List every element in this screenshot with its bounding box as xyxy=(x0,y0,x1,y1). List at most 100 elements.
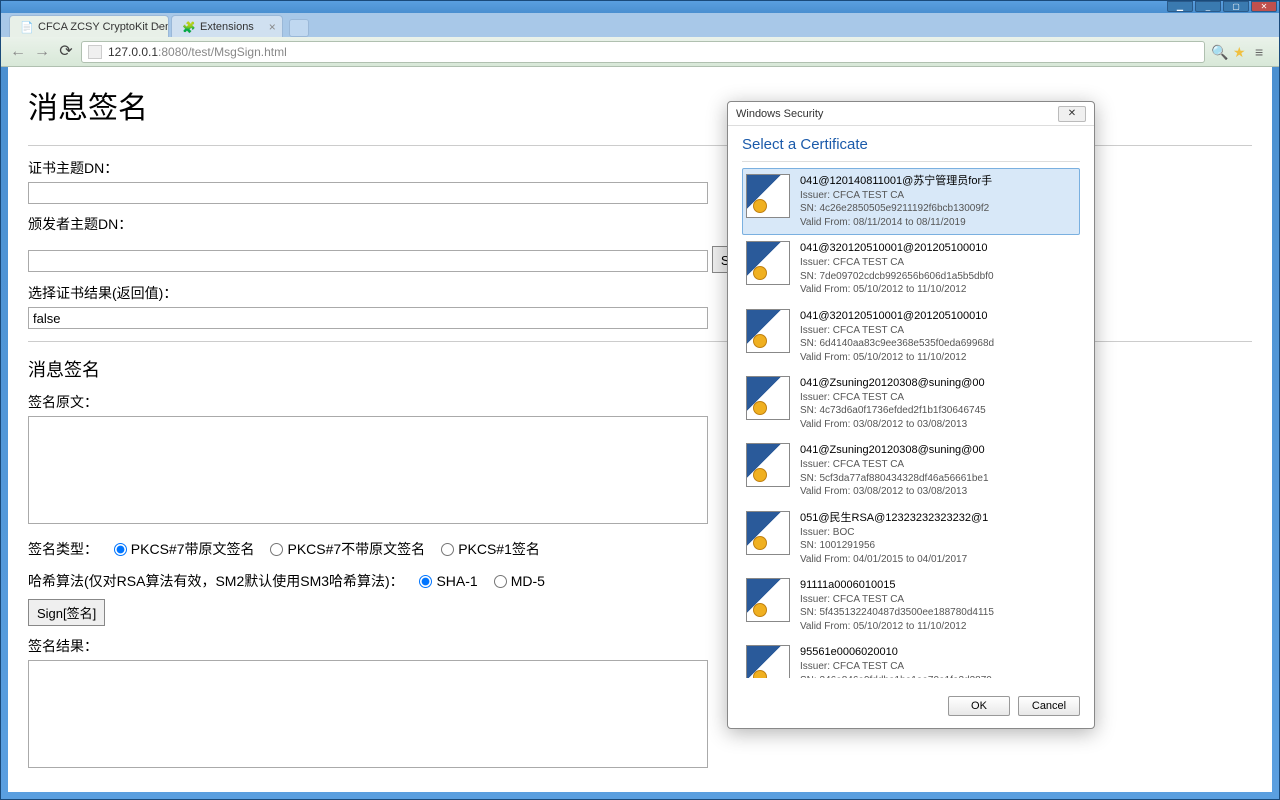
sig-type-option[interactable]: PKCS#7带原文签名 xyxy=(114,539,255,559)
cert-title: 041@320120510001@201205100010 xyxy=(800,309,1076,324)
certificate-text: 91111a0006010015Issuer: CFCA TEST CASN: … xyxy=(800,578,1076,633)
puzzle-icon: 🧩 xyxy=(182,21,194,33)
site-icon xyxy=(88,45,102,59)
sign-result-textarea[interactable] xyxy=(28,660,708,768)
certificate-icon xyxy=(746,511,790,555)
cert-sn: SN: 6d4140aa83c9ee368e535f0eda69968d xyxy=(800,337,1076,351)
certificate-text: 041@Zsuning20120308@suning@00Issuer: CFC… xyxy=(800,443,1076,498)
radio-sha1[interactable] xyxy=(419,575,432,588)
certificate-item[interactable]: 95561e0006020010Issuer: CFCA TEST CASN: … xyxy=(742,639,1080,678)
radio-md5[interactable] xyxy=(494,575,507,588)
certificate-item[interactable]: 051@民生RSA@12323232323232@1Issuer: BOCSN:… xyxy=(742,505,1080,572)
radio-pkcs7-attached[interactable] xyxy=(114,543,127,556)
certificate-text: 051@民生RSA@12323232323232@1Issuer: BOCSN:… xyxy=(800,511,1076,566)
cert-title: 041@Zsuning20120308@suning@00 xyxy=(800,443,1076,458)
dialog-title: Windows Security xyxy=(736,108,823,120)
address-bar[interactable]: 127.0.0.1:8080/test/MsgSign.html xyxy=(81,41,1205,63)
select-result-input[interactable] xyxy=(28,307,708,329)
new-tab-button[interactable] xyxy=(289,19,309,37)
tab-close-icon[interactable]: × xyxy=(155,20,162,34)
url-host: 127.0.0.1 xyxy=(108,45,158,59)
cert-title: 041@Zsuning20120308@suning@00 xyxy=(800,376,1076,391)
cert-valid: Valid From: 03/08/2012 to 03/08/2013 xyxy=(800,418,1076,432)
search-icon[interactable]: 🔍 xyxy=(1211,44,1227,60)
url-path: /test/MsgSign.html xyxy=(188,45,287,59)
cert-sn: SN: 346a846a9fddba1ba1aa70e1fe3d3870 xyxy=(800,674,1076,678)
cert-valid: Valid From: 03/08/2012 to 03/08/2013 xyxy=(800,485,1076,499)
back-button[interactable]: ← xyxy=(9,43,27,61)
tab-label: CFCA ZCSY CryptoKit Den xyxy=(38,21,169,33)
certificate-icon xyxy=(746,376,790,420)
browser-window: ▁ _ ▢ ✕ 📄 CFCA ZCSY CryptoKit Den × 🧩 Ex… xyxy=(0,0,1280,800)
certificate-text: 041@120140811001@苏宁管理员for手Issuer: CFCA T… xyxy=(800,174,1076,229)
certificate-item[interactable]: 041@120140811001@苏宁管理员for手Issuer: CFCA T… xyxy=(742,168,1080,235)
certificate-list[interactable]: 041@120140811001@苏宁管理员for手 Issuer: CFCA T… xyxy=(742,168,1080,678)
cert-issuer: Issuer: CFCA TEST CA xyxy=(800,256,1076,270)
cert-issuer: Issuer: CFCA TEST CA xyxy=(800,660,1076,674)
hash-option[interactable]: MD-5 xyxy=(494,573,545,589)
cert-sn: SN: 4c26e2850505e9211192f6bcb13009f2 xyxy=(800,202,1076,216)
sig-type-option[interactable]: PKCS#1签名 xyxy=(441,539,540,559)
page-icon: 📄 xyxy=(20,21,32,33)
tab-extensions[interactable]: 🧩 Extensions × xyxy=(171,15,283,37)
divider xyxy=(742,161,1080,162)
bookmark-star-icon[interactable]: ★ xyxy=(1233,44,1249,60)
radio-pkcs7-detached[interactable] xyxy=(270,543,283,556)
cert-valid: Valid From: 04/01/2015 to 04/01/2017 xyxy=(800,553,1076,567)
certificate-icon xyxy=(746,443,790,487)
cert-sn: SN: 7de09702cdcb992656b606d1a5b5dbf0 xyxy=(800,270,1076,284)
cert-issuer: Issuer: CFCA TEST CA xyxy=(800,458,1076,472)
cert-sn: SN: 1001291956 xyxy=(800,539,1076,553)
cert-title: 95561e0006020010 xyxy=(800,645,1076,660)
ok-button[interactable]: OK xyxy=(948,696,1010,716)
certificate-text: 95561e0006020010Issuer: CFCA TEST CASN: … xyxy=(800,645,1076,678)
reload-button[interactable]: ⟳ xyxy=(57,43,75,61)
cert-issuer: Issuer: CFCA TEST CA xyxy=(800,593,1076,607)
cancel-button[interactable]: Cancel xyxy=(1018,696,1080,716)
cert-valid: Valid From: 05/10/2012 to 11/10/2012 xyxy=(800,283,1076,297)
sign-button[interactable]: Sign[签名] xyxy=(28,599,105,626)
close-window-button[interactable]: ✕ xyxy=(1251,1,1277,12)
sig-type-option[interactable]: PKCS#7不带原文签名 xyxy=(270,539,425,559)
certificate-icon xyxy=(746,309,790,353)
radio-pkcs1[interactable] xyxy=(441,543,454,556)
browser-toolbar: ← → ⟳ 127.0.0.1:8080/test/MsgSign.html 🔍… xyxy=(1,37,1279,67)
cert-issuer: Issuer: CFCA TEST CA xyxy=(800,324,1076,338)
certificate-item[interactable]: 041@Zsuning20120308@suning@00Issuer: CFC… xyxy=(742,437,1080,504)
maximize-button[interactable]: ▢ xyxy=(1223,1,1249,12)
certificate-icon xyxy=(746,578,790,622)
certificate-text: 041@Zsuning20120308@suning@00Issuer: CFC… xyxy=(800,376,1076,431)
certificate-icon xyxy=(746,645,790,678)
forward-button[interactable]: → xyxy=(33,43,51,61)
dialog-titlebar[interactable]: Windows Security ✕ xyxy=(728,102,1094,126)
cert-title: 051@民生RSA@12323232323232@1 xyxy=(800,511,1076,526)
issuer-dn-input[interactable] xyxy=(28,250,708,272)
hash-option[interactable]: SHA-1 xyxy=(419,573,477,589)
url-port: :8080 xyxy=(158,45,188,59)
cert-title: 041@320120510001@201205100010 xyxy=(800,241,1076,256)
cert-issuer: Issuer: BOC xyxy=(800,526,1076,540)
subject-dn-input[interactable] xyxy=(28,182,708,204)
cert-issuer: Issuer: CFCA TEST CA xyxy=(800,391,1076,405)
certificate-item[interactable]: 91111a0006010015Issuer: CFCA TEST CASN: … xyxy=(742,572,1080,639)
certificate-dialog: Windows Security ✕ Select a Certificate … xyxy=(727,101,1095,729)
cert-sn: SN: 4c73d6a0f1736efded2f1b1f30646745 xyxy=(800,404,1076,418)
tab-strip: 📄 CFCA ZCSY CryptoKit Den × 🧩 Extensions… xyxy=(1,13,1279,37)
certificate-icon xyxy=(746,174,790,218)
minimize-button[interactable]: ▁ xyxy=(1167,1,1193,12)
cert-valid: Valid From: 05/10/2012 to 11/10/2012 xyxy=(800,620,1076,634)
hamburger-menu-icon[interactable]: ≡ xyxy=(1255,44,1271,60)
cert-title: 91111a0006010015 xyxy=(800,578,1076,593)
certificate-item[interactable]: 041@320120510001@201205100010Issuer: CFC… xyxy=(742,303,1080,370)
certificate-text: 041@320120510001@201205100010Issuer: CFC… xyxy=(800,309,1076,364)
sign-source-textarea[interactable] xyxy=(28,416,708,524)
certificate-item[interactable]: 041@Zsuning20120308@suning@00Issuer: CFC… xyxy=(742,370,1080,437)
certificate-text: 041@320120510001@201205100010Issuer: CFC… xyxy=(800,241,1076,296)
cert-title: 041@120140811001@苏宁管理员for手 xyxy=(800,174,1076,189)
dialog-close-button[interactable]: ✕ xyxy=(1058,106,1086,122)
tab-close-icon[interactable]: × xyxy=(269,20,276,34)
dialog-heading: Select a Certificate xyxy=(742,136,1080,153)
tab-cfca[interactable]: 📄 CFCA ZCSY CryptoKit Den × xyxy=(9,15,169,37)
minimize2-button[interactable]: _ xyxy=(1195,1,1221,12)
certificate-item[interactable]: 041@320120510001@201205100010Issuer: CFC… xyxy=(742,235,1080,302)
